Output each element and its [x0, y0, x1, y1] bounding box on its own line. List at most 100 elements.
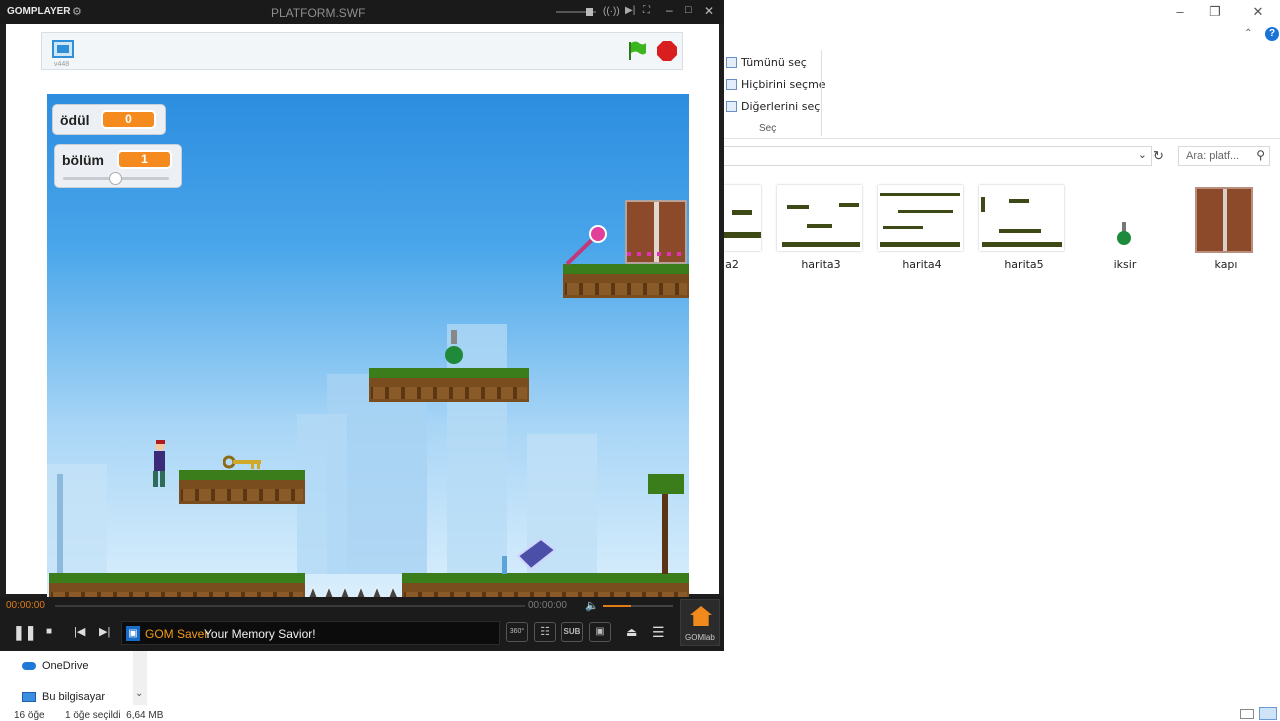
- help-icon[interactable]: ?: [1265, 27, 1279, 41]
- nav-scrollbar[interactable]: ⌄: [133, 650, 147, 705]
- invert-selection-icon: [726, 101, 737, 112]
- file-thumb-harita2[interactable]: [724, 185, 761, 251]
- audio-icon[interactable]: ((·)): [603, 6, 620, 17]
- reward-value: 0: [101, 110, 156, 129]
- ribbon-bottom-border: [724, 138, 1280, 139]
- volume-icon[interactable]: 🔈: [585, 599, 599, 612]
- game-stage[interactable]: ödül 0 bölüm 1: [47, 94, 689, 607]
- level-slider[interactable]: [63, 172, 169, 185]
- nav-item-onedrive[interactable]: OneDrive: [22, 660, 88, 672]
- refresh-icon[interactable]: ↻: [1153, 148, 1164, 164]
- chevron-down-icon[interactable]: ⌄: [1138, 148, 1147, 161]
- exit-door: [625, 200, 687, 264]
- time-total: 00:00:00: [528, 600, 567, 611]
- menu-icon[interactable]: ☰: [652, 624, 665, 641]
- invert-selection-button[interactable]: Diğerlerini seç: [726, 100, 820, 113]
- level-slider-knob[interactable]: [109, 172, 122, 185]
- computer-icon: [22, 692, 36, 702]
- nav-item-thispc[interactable]: Bu bilgisayar: [22, 691, 105, 703]
- file-thumb-harita3[interactable]: [777, 185, 862, 251]
- select-all-button[interactable]: Tümünü seç: [726, 56, 807, 69]
- ad-banner[interactable]: ▣ GOM Saver Your Memory Savior!: [121, 621, 500, 645]
- golden-key-item: [223, 455, 261, 469]
- gomlab-button[interactable]: GOMlab: [680, 599, 720, 646]
- file-label: kapı: [1214, 258, 1238, 271]
- details-view-icon[interactable]: [1240, 709, 1254, 719]
- large-icons-view-icon[interactable]: [1259, 707, 1277, 720]
- chevron-up-icon[interactable]: ⌃: [1244, 28, 1252, 39]
- equalizer-icon[interactable]: ☷: [534, 622, 556, 642]
- eject-icon[interactable]: ⏏: [626, 625, 637, 639]
- ribbon-divider: [821, 50, 822, 136]
- reward-monitor: ödül 0: [52, 104, 166, 135]
- version-label: v448: [54, 61, 70, 68]
- ribbon-group-label: Seç: [759, 123, 777, 134]
- tree-canopy: [648, 474, 684, 494]
- search-box[interactable]: Ara: platf... ⚲: [1178, 146, 1270, 166]
- opacity-slider[interactable]: [556, 8, 596, 16]
- chevron-down-icon[interactable]: ⌄: [135, 688, 143, 699]
- next-icon[interactable]: ▶|: [99, 625, 110, 638]
- maximize-button[interactable]: ❐: [1195, 2, 1235, 22]
- player-header: [41, 32, 683, 70]
- minimize-button[interactable]: –: [1160, 2, 1200, 22]
- vr-360-button[interactable]: 360°: [506, 622, 528, 642]
- fullscreen-icon[interactable]: ⛶: [643, 5, 650, 16]
- search-placeholder: Ara: platf...: [1186, 150, 1240, 162]
- address-bar[interactable]: ⌄: [724, 146, 1152, 166]
- close-button[interactable]: ✕: [1238, 2, 1278, 22]
- volume-slider[interactable]: [603, 605, 673, 607]
- status-selected: 1 öğe seçildi 6,64 MB: [65, 710, 164, 721]
- hydrant: [502, 556, 507, 574]
- pause-icon[interactable]: ❚❚: [13, 624, 36, 641]
- tower-structure: [57, 474, 63, 574]
- subtitle-button[interactable]: SUB: [561, 622, 583, 642]
- close-button[interactable]: ✕: [704, 4, 714, 18]
- file-label: harita5: [1004, 258, 1044, 271]
- select-none-icon: [726, 79, 737, 90]
- status-count: 16 öğe: [14, 710, 45, 721]
- gom-saver-icon: ▣: [126, 626, 140, 641]
- seek-bar[interactable]: [55, 605, 525, 607]
- gomlab-label: GOMlab: [685, 633, 715, 642]
- ad-prefix: GOM Saver: [145, 627, 209, 641]
- home-icon: [690, 606, 712, 626]
- play-forward-icon[interactable]: ▶|: [625, 5, 635, 16]
- file-label: iksir: [1113, 258, 1137, 271]
- fullscreen-toggle-icon[interactable]: [52, 40, 74, 58]
- window-title: PLATFORM.SWF: [271, 6, 366, 20]
- reward-label: ödül: [60, 112, 90, 128]
- tree-trunk: [662, 494, 668, 574]
- potion-item: [445, 330, 463, 364]
- file-thumb-harita5[interactable]: [979, 185, 1064, 251]
- level-monitor: bölüm 1: [54, 144, 182, 188]
- brand-logo: GOMPLAYER: [7, 6, 71, 17]
- search-icon: ⚲: [1256, 148, 1265, 162]
- book-item: [516, 537, 557, 571]
- settings-gear-icon[interactable]: ⚙: [72, 5, 82, 18]
- gom-player-window: GOMPLAYER ⚙ PLATFORM.SWF ((·)) ▶| ⛶ – □ …: [0, 0, 724, 651]
- file-thumb-harita4[interactable]: [878, 185, 963, 251]
- green-flag-icon[interactable]: [626, 40, 648, 62]
- platform-top-right: [563, 264, 689, 298]
- stop-sign-icon[interactable]: [656, 40, 678, 62]
- stop-icon[interactable]: ■: [46, 626, 52, 637]
- level-label: bölüm: [62, 152, 104, 168]
- camera-icon[interactable]: ▣: [589, 622, 611, 642]
- select-all-icon: [726, 57, 737, 68]
- player-character: [153, 440, 165, 487]
- title-bar[interactable]: GOMPLAYER ⚙ PLATFORM.SWF ((·)) ▶| ⛶ – □ …: [0, 0, 724, 24]
- city-building: [47, 464, 107, 574]
- file-label: harita4: [902, 258, 942, 271]
- select-none-button[interactable]: Hiçbirini seçme: [726, 78, 826, 91]
- previous-icon[interactable]: |◀: [74, 625, 85, 638]
- file-thumb-kapi[interactable]: [1195, 187, 1253, 253]
- magic-wand-item: [565, 225, 607, 266]
- file-thumb-iksir[interactable]: [1117, 222, 1131, 252]
- volume-level: [603, 605, 631, 607]
- cloud-icon: [22, 662, 36, 670]
- minimize-button[interactable]: –: [666, 3, 673, 17]
- maximize-button[interactable]: □: [685, 4, 692, 16]
- file-label: a2: [725, 258, 739, 271]
- file-label: harita3: [801, 258, 841, 271]
